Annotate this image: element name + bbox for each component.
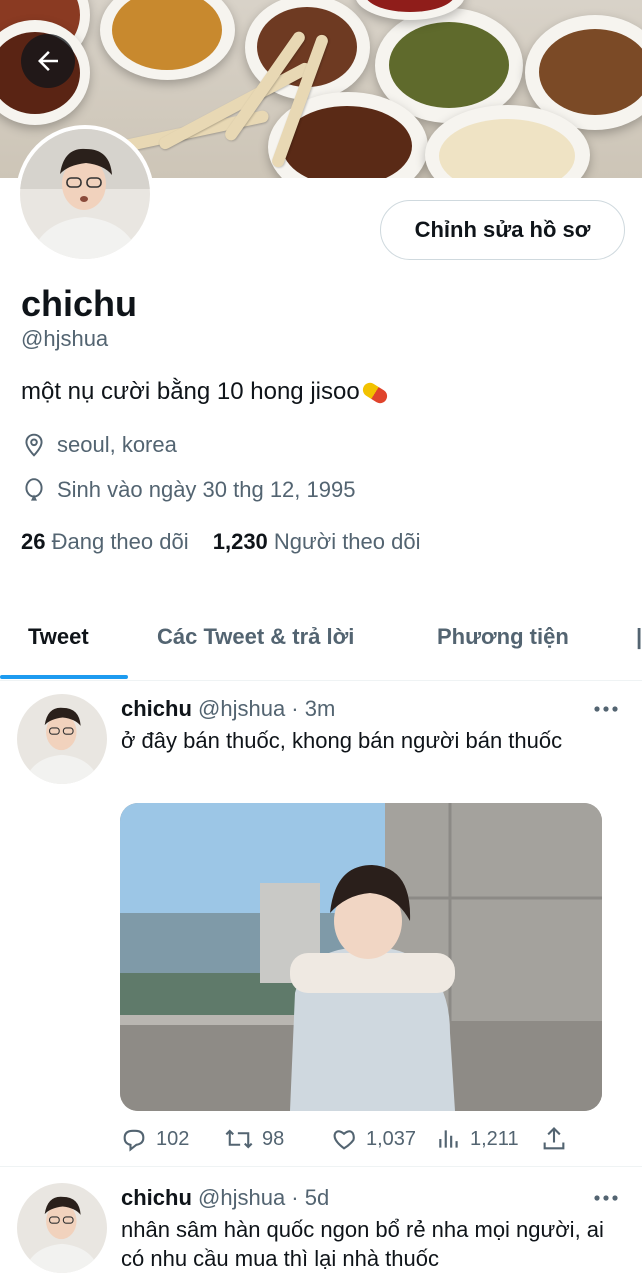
tweet-text: ở đây bán thuốc, khong bán người bán thu…: [121, 728, 563, 753]
following-count: 26: [21, 529, 46, 554]
location-text: seoul, korea: [57, 432, 177, 457]
pill-emoji: [359, 379, 390, 406]
bio-text: một nụ cười bằng 10 hong jisoo: [21, 378, 360, 405]
tweet-handle-time: @hjshua · 5d: [198, 1185, 330, 1210]
retweet-count: 98: [262, 1127, 285, 1150]
tweet-author-name[interactable]: chichu: [121, 696, 192, 721]
tweet-divider: [0, 1166, 642, 1167]
tweet-text: nhân sâm hàn quốc ngon bổ rẻ nha mọi ngư…: [121, 1217, 604, 1271]
profile-bio: một nụ cười bằng 10 hong jisoo: [21, 378, 390, 406]
profile-handle: @hjshua: [21, 326, 109, 351]
share-icon: [543, 1127, 565, 1150]
heart-icon: [333, 1130, 355, 1150]
banner-bowl: [100, 0, 235, 80]
profile-tabs: Tweet Các Tweet & trả lời Phương tiện |: [0, 600, 642, 681]
tab-tweets-replies[interactable]: Các Tweet & trả lời: [157, 624, 354, 650]
views-icon: [439, 1130, 458, 1148]
more-dots-icon[interactable]: [593, 704, 619, 714]
retweet-button[interactable]: 98: [224, 1125, 284, 1153]
tweet-avatar[interactable]: [17, 1183, 107, 1273]
tweet-avatar[interactable]: [17, 694, 107, 784]
following-link[interactable]: 26 Đang theo dõi: [21, 529, 189, 554]
profile-avatar[interactable]: [16, 125, 154, 263]
views-button[interactable]: 1,211: [436, 1125, 519, 1153]
arrow-left-icon: [38, 51, 58, 71]
tweet-header: chichu @hjshua · 5d: [121, 1185, 329, 1211]
tweet-handle-time: @hjshua · 3m: [198, 696, 336, 721]
tweet-author-name[interactable]: chichu: [121, 1185, 192, 1210]
birthday-text: Sinh vào ngày 30 thg 12, 1995: [57, 477, 356, 502]
share-button[interactable]: [540, 1125, 568, 1153]
profile-birthday: Sinh vào ngày 30 thg 12, 1995: [21, 477, 355, 503]
retweet-icon: [225, 1129, 253, 1149]
followers-label: Người theo dõi: [273, 529, 421, 554]
tab-media[interactable]: Phương tiện: [437, 624, 569, 650]
avatar-image: [17, 694, 107, 784]
profile-location: seoul, korea: [21, 432, 177, 458]
followers-link[interactable]: 1,230 Người theo dõi: [213, 529, 421, 554]
followers-count: 1,230: [212, 529, 268, 554]
avatar-image: [20, 129, 150, 259]
display-name: chichu: [21, 283, 138, 324]
reply-count: 102: [156, 1127, 190, 1150]
active-tab-indicator: [0, 675, 128, 679]
like-count: 1,037: [366, 1127, 417, 1150]
location-pin-icon: [25, 433, 43, 457]
tweet-header: chichu @hjshua · 3m: [121, 696, 335, 722]
reply-button[interactable]: 102: [120, 1125, 189, 1153]
back-button[interactable]: [21, 34, 75, 88]
views-count: 1,211: [470, 1127, 519, 1150]
balloon-icon: [25, 478, 43, 501]
follow-stats: 26 Đang theo dõi 1,230 Người theo dõi: [21, 529, 421, 555]
tab-more-partial[interactable]: |: [636, 624, 642, 650]
tweet-actions: 102 98 1,037 1,211: [120, 1125, 580, 1155]
following-label: Đang theo dõi: [51, 529, 189, 554]
avatar-image: [17, 1183, 107, 1273]
edit-profile-button[interactable]: Chỉnh sửa hồ sơ: [380, 200, 625, 260]
more-dots-icon[interactable]: [593, 1193, 619, 1203]
photo-image: [120, 803, 602, 1111]
tweet-photo[interactable]: [120, 803, 602, 1111]
reply-icon: [123, 1129, 145, 1152]
tab-tweets[interactable]: Tweet: [28, 624, 89, 650]
like-button[interactable]: 1,037: [330, 1125, 416, 1153]
